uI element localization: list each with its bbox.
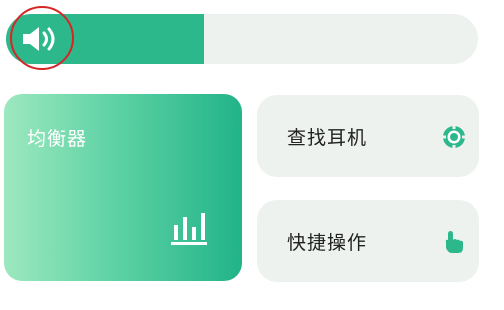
equalizer-bars-icon	[171, 213, 207, 245]
quick-actions-card[interactable]: 快捷操作	[257, 200, 479, 282]
locate-target-icon	[441, 124, 467, 150]
find-earphones-label: 查找耳机	[287, 127, 368, 149]
equalizer-label: 均衡器	[27, 128, 88, 150]
volume-slider[interactable]	[6, 14, 478, 64]
quick-actions-label: 快捷操作	[287, 232, 368, 254]
equalizer-card[interactable]: 均衡器	[4, 94, 242, 281]
find-earphones-card[interactable]: 查找耳机	[257, 95, 479, 177]
tap-hand-icon	[445, 231, 463, 253]
speaker-volume-icon	[23, 27, 55, 51]
